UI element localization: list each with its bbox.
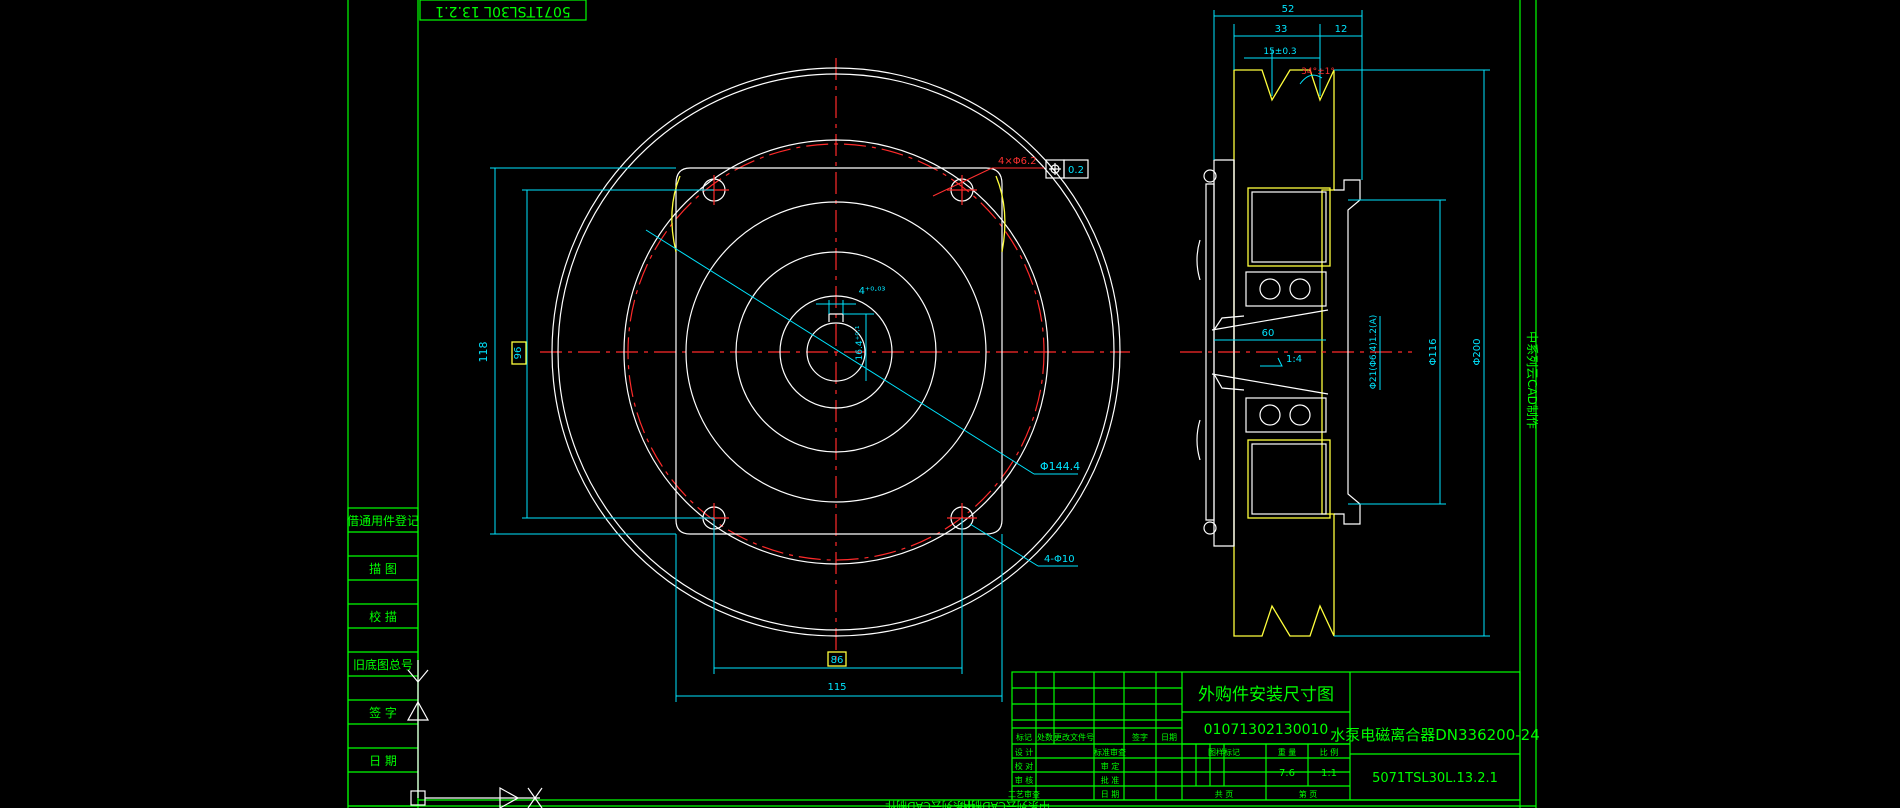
tb-row-label: 校 对 — [1015, 761, 1034, 771]
ucs-icon — [406, 660, 543, 808]
tb-row-label: 审 核 — [1015, 775, 1034, 785]
side-view: 52 33 12 15±0.3 34°±1° 60 1:4 Φ21(Φ6.4)1… — [1180, 4, 1490, 637]
dim-hub-width: 33 — [1275, 24, 1288, 35]
drawing-frame — [347, 0, 1537, 808]
tb-header-label: 签字 — [1132, 732, 1148, 742]
dim-groove-angle: 34°±1° — [1301, 67, 1335, 77]
part-code: 5071TSL30L.13.2.1 — [1372, 771, 1498, 786]
sheet-number: 第 页 — [1299, 789, 1318, 799]
dim-hub-diameter: Φ116 — [1428, 339, 1439, 366]
tb-header-label: 处数 — [1037, 732, 1053, 742]
tb-mid-label: 标准审查 — [1094, 747, 1126, 757]
side-dimensions: 52 33 12 15±0.3 34°±1° 60 1:4 Φ21(Φ6.4)1… — [1213, 4, 1490, 637]
weight-label: 重 量 — [1278, 747, 1297, 757]
dim-width-inner: 86 — [831, 655, 844, 666]
dim-key-depth: 16.4⁺⁰·¹ — [855, 325, 865, 360]
dim-groove-pitch: 15±0.3 — [1263, 47, 1296, 57]
dim-key-width: 4⁺⁰·⁰³ — [859, 286, 886, 297]
strip-label: 旧底图总号 — [353, 657, 413, 672]
drawing-title: 外购件安装尺寸图 — [1198, 685, 1334, 705]
weight-value: 7.6 — [1279, 768, 1295, 779]
front-view: 118 96 86 115 4⁺⁰·⁰³ 16.4⁺⁰·¹ Φ144.4 4-Φ… — [477, 58, 1130, 702]
dim-height-outer: 118 — [477, 342, 490, 363]
tb-header-label: 日期 — [1161, 733, 1177, 742]
left-revision-strip: 借通用件登记 描 图 校 描 旧底图总号 签 字 日 期 — [347, 507, 419, 807]
drawing-number: 01071302130010 — [1204, 722, 1329, 738]
tb-header-label: 标记 — [1016, 732, 1032, 742]
tb-mid-label: 批 准 — [1101, 775, 1120, 785]
dim-holes-top: 4×Φ6.2 — [998, 156, 1037, 167]
lower-coil — [1247, 439, 1331, 519]
cad-drawing-canvas: 5071TSL30L 13.2.1 中系列云CAD制作 中系列云CAD制作 中系… — [347, 0, 1540, 808]
dim-height-inner: 96 — [513, 347, 524, 360]
stage-label: 图样标记 — [1208, 747, 1240, 757]
tb-row-label: 工艺审查 — [1008, 789, 1040, 799]
title-block: 标记 处数 更改文件号 签字 日期 设 计 校 对 审 核 工艺审查 标准审查 … — [1008, 671, 1540, 801]
strip-label: 校 描 — [369, 609, 397, 624]
dim-pcd: Φ144.4 — [1040, 460, 1080, 473]
scale-label: 比 例 — [1320, 747, 1339, 757]
tolerance-box-value: 0.2 — [1068, 165, 1084, 176]
strip-label: 签 字 — [369, 705, 397, 720]
product-name: 水泵电磁离合器DN336200-24 — [1330, 726, 1540, 744]
dim-hub-length: 60 — [1262, 328, 1275, 339]
strip-label: 日 期 — [369, 754, 397, 768]
tb-row-label: 设 计 — [1015, 747, 1034, 757]
tb-mid-label: 日 期 — [1101, 790, 1120, 799]
strip-label: 借通用件登记 — [347, 513, 419, 528]
top-stamp: 5071TSL30L 13.2.1 — [419, 0, 587, 21]
dim-overall-width: 52 — [1282, 4, 1295, 15]
sheet-total: 共 页 — [1215, 790, 1234, 799]
top-stamp-text: 5071TSL30L 13.2.1 — [435, 3, 570, 19]
tb-mid-label: 审 定 — [1101, 761, 1120, 771]
upper-coil — [1247, 187, 1331, 267]
scale-value: 1:1 — [1321, 768, 1337, 779]
dim-bore: Φ21(Φ6.4)1.2(A) — [1369, 315, 1379, 389]
dim-width-outer: 115 — [827, 682, 846, 693]
mounting-holes — [699, 175, 977, 533]
dim-flange-width: 12 — [1335, 24, 1348, 35]
dim-holes-bottom: 4-Φ10 — [1044, 554, 1075, 565]
tb-header-label: 更改文件号 — [1054, 732, 1094, 742]
pulley-section — [1233, 69, 1335, 637]
dim-pulley-diameter: Φ200 — [1472, 339, 1483, 366]
dim-taper: 1:4 — [1286, 354, 1302, 365]
side-caption: 中系列云CAD制作 — [1525, 331, 1540, 429]
strip-label: 描 图 — [369, 562, 397, 576]
